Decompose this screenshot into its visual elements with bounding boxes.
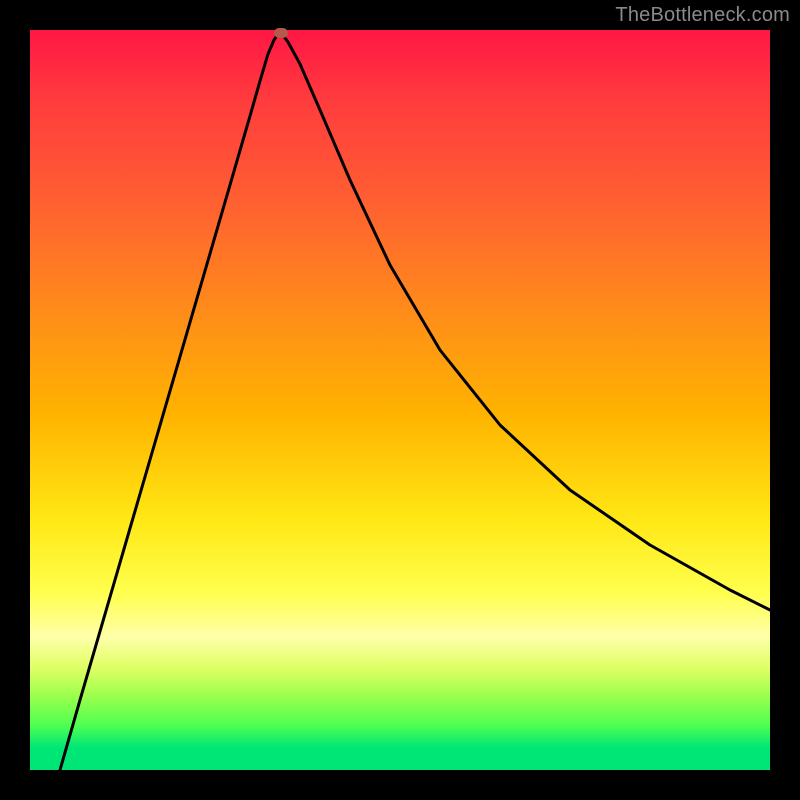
attribution-text: TheBottleneck.com xyxy=(615,4,790,27)
bottleneck-curve xyxy=(30,30,770,770)
optimal-point-marker xyxy=(274,28,288,38)
chart-frame: TheBottleneck.com xyxy=(0,0,800,800)
